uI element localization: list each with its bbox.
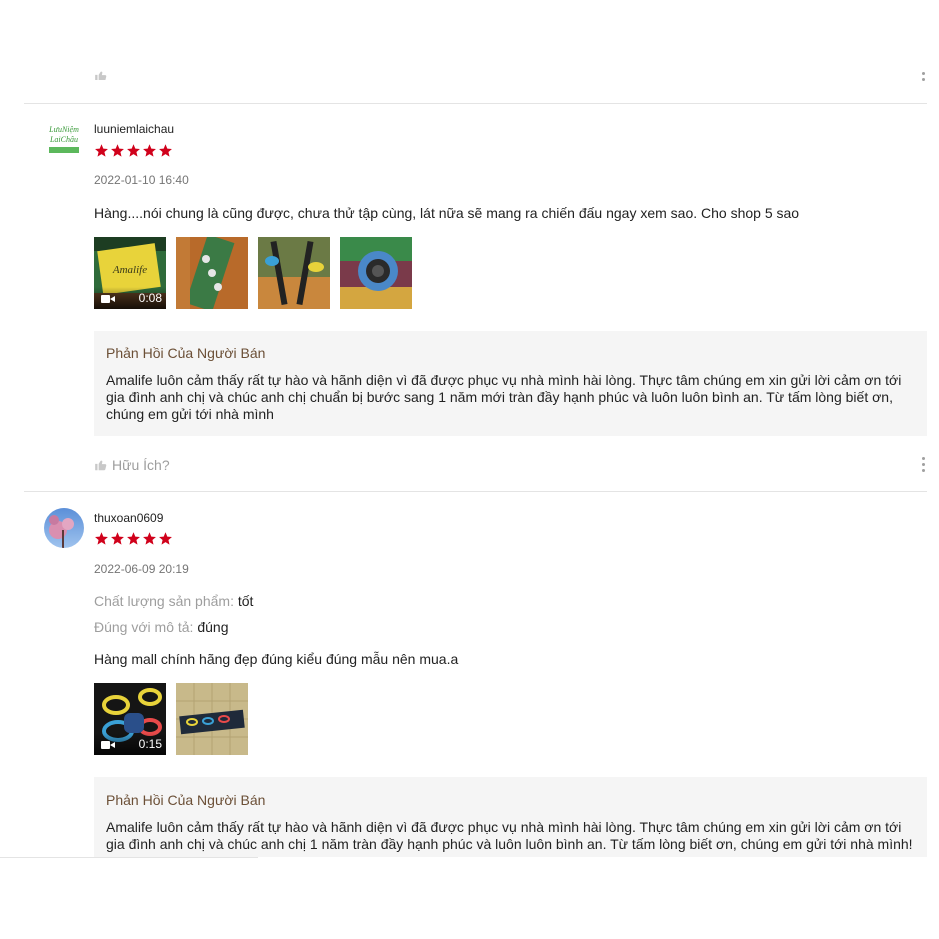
review-attribute-description: Đúng với mô tả: đúng bbox=[94, 619, 229, 635]
attribute-value: đúng bbox=[197, 619, 229, 635]
review-image-thumbnail[interactable] bbox=[258, 237, 330, 309]
avatar[interactable]: LưuNiệm LaiChâu bbox=[44, 120, 84, 160]
star-icon bbox=[143, 144, 156, 157]
star-icon bbox=[95, 144, 108, 157]
video-camera-icon bbox=[101, 295, 115, 303]
seller-reply: Phản Hồi Của Người Bán Amalife luôn cảm … bbox=[94, 777, 927, 857]
page-bottom-blank bbox=[0, 857, 939, 939]
more-vertical-icon[interactable] bbox=[922, 457, 926, 472]
review-divider bbox=[24, 491, 927, 492]
video-camera-icon bbox=[101, 741, 115, 749]
star-icon bbox=[95, 532, 108, 545]
review-image-thumbnail[interactable] bbox=[340, 237, 412, 309]
video-duration: 0:08 bbox=[138, 291, 162, 305]
rating-stars bbox=[94, 143, 173, 158]
bottom-edge-line bbox=[0, 857, 258, 858]
star-icon bbox=[111, 144, 124, 157]
attribute-label: Chất lượng sản phẩm: bbox=[94, 593, 234, 609]
review-divider bbox=[24, 103, 927, 104]
more-vertical-icon[interactable] bbox=[922, 72, 926, 81]
star-icon bbox=[111, 532, 124, 545]
review-comment: Hàng mall chính hãng đẹp đúng kiểu đúng … bbox=[94, 651, 459, 667]
seller-reply-text: Amalife luôn cảm thấy rất tự hào và hãnh… bbox=[106, 372, 902, 422]
video-duration: 0:15 bbox=[138, 737, 162, 751]
star-icon bbox=[127, 532, 140, 545]
review-video-thumbnail[interactable]: 0:15 bbox=[94, 683, 166, 755]
avatar[interactable] bbox=[44, 508, 84, 548]
rating-stars bbox=[94, 531, 173, 546]
review-username[interactable]: luuniemlaichau bbox=[94, 122, 174, 136]
review-date: 2022-01-10 16:40 bbox=[94, 173, 189, 187]
helpful-label: Hữu Ích? bbox=[112, 457, 170, 473]
thumb-label: Amalife bbox=[112, 264, 147, 276]
thumbs-up-icon[interactable] bbox=[94, 70, 108, 80]
attribute-value: tốt bbox=[237, 593, 254, 609]
avatar-text-line2: LaiChâu bbox=[49, 135, 78, 144]
thumbs-up-icon bbox=[95, 460, 107, 471]
review-image-thumbnail[interactable] bbox=[176, 237, 248, 309]
seller-reply: Phản Hồi Của Người Bán Amalife luôn cảm … bbox=[94, 331, 927, 436]
review-image-thumbnail[interactable] bbox=[176, 683, 248, 755]
star-icon bbox=[159, 144, 172, 157]
review-username[interactable]: thuxoan0609 bbox=[94, 511, 163, 525]
attribute-label: Đúng với mô tả: bbox=[94, 619, 194, 635]
review-date: 2022-06-09 20:19 bbox=[94, 562, 189, 576]
seller-reply-text: Amalife luôn cảm thấy rất tự hào và hãnh… bbox=[106, 819, 913, 852]
star-icon bbox=[143, 532, 156, 545]
helpful-button[interactable]: Hữu Ích? bbox=[94, 457, 170, 473]
review-comment: Hàng....nói chung là cũng được, chưa thử… bbox=[94, 205, 800, 221]
review-video-thumbnail[interactable]: Amalife 0:08 bbox=[94, 237, 166, 309]
star-icon bbox=[159, 532, 172, 545]
review-attribute-quality: Chất lượng sản phẩm: tốt bbox=[94, 593, 253, 609]
seller-reply-title: Phản Hồi Của Người Bán bbox=[106, 792, 266, 808]
star-icon bbox=[127, 144, 140, 157]
avatar-text-line1: LưuNiệm bbox=[48, 125, 79, 134]
seller-reply-title: Phản Hồi Của Người Bán bbox=[106, 345, 266, 361]
